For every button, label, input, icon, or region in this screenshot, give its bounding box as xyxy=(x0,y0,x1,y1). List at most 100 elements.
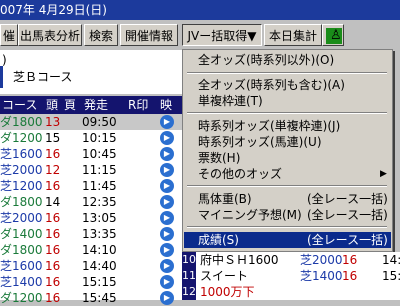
race-row[interactable]: 芝2000 16 13:05 ▶ xyxy=(0,210,182,226)
race-count: 16 xyxy=(45,211,61,225)
daily-summary-button[interactable]: 本日集計 xyxy=(264,24,322,46)
play-icon[interactable]: ▶ xyxy=(160,163,174,177)
kaisai-info-button[interactable]: 開催情報 xyxy=(120,24,178,46)
race-course: ダ1400 xyxy=(0,227,43,241)
header-page: 頁 xyxy=(64,98,77,112)
race-time: 10:45 xyxy=(82,147,117,161)
play-icon[interactable]: ▶ xyxy=(160,195,174,209)
race-count: 16 xyxy=(45,227,61,241)
race-name: 1000万下 xyxy=(200,285,255,299)
race-table: コース 頭 頁 発走 R印 映 ダ1800 13 09:50 ▶ ダ1200 1… xyxy=(0,96,182,305)
race-detail-row[interactable]: 12 1000万下 xyxy=(182,284,400,300)
search-button[interactable]: 検索 xyxy=(84,24,118,46)
race-detail-row[interactable]: 10 府中ＳＨ1600 芝2000 16 14:40 xyxy=(182,252,400,268)
race-row[interactable]: ダ1800 13 09:50 ▶ xyxy=(0,114,182,130)
jv-bulk-fetch-menu: 全オッズ(時系列以外)(O) 全オッズ(時系列も含む)(A) 単複枠連(T) 時… xyxy=(182,49,393,252)
race-count: 14 xyxy=(45,195,61,209)
race-row[interactable]: 芝2000 12 11:15 ▶ xyxy=(0,162,182,178)
race-number: 10 xyxy=(182,252,196,268)
race-row[interactable]: 芝1600 16 10:45 ▶ xyxy=(0,146,182,162)
title-bar: 007年 4月29日(日) xyxy=(0,0,400,20)
play-icon[interactable]: ▶ xyxy=(160,131,174,145)
race-time: 11:45 xyxy=(82,179,117,193)
race-number: 12 xyxy=(182,284,196,300)
play-icon[interactable]: ▶ xyxy=(160,211,174,225)
menu-item-label: 単複枠連(T) xyxy=(198,94,263,108)
menu-item-scope: (全レース一括) xyxy=(307,192,388,206)
menu-separator xyxy=(187,226,387,228)
race-time: 13:35 xyxy=(82,227,117,241)
race-course: 芝2000 xyxy=(0,163,43,177)
race-time: 10:15 xyxy=(82,131,117,145)
shutsuba-analysis-button[interactable]: 出馬表分析 xyxy=(18,24,82,46)
menu-item-label: 馬体重(B) xyxy=(198,192,252,206)
menu-item-win-place-bracket[interactable]: 単複枠連(T) xyxy=(184,93,391,109)
race-course: 芝1400 xyxy=(300,269,343,283)
race-row[interactable]: ダ1800 16 14:10 ▶ xyxy=(0,242,182,258)
race-detail-list: 10 府中ＳＨ1600 芝2000 16 14:40 11 スイート 芝1400… xyxy=(182,252,400,300)
menu-item-label: 票数(H) xyxy=(198,151,241,165)
race-row[interactable]: ダ1200 15 10:15 ▶ xyxy=(0,130,182,146)
race-count: 16 xyxy=(45,291,61,305)
race-table-header: コース 頭 頁 発走 R印 映 xyxy=(0,96,182,114)
menu-item-vote-counts[interactable]: 票数(H) xyxy=(184,150,391,166)
race-time: 14:40 xyxy=(82,259,117,273)
race-row[interactable]: ダ1200 16 15:45 ▶ xyxy=(0,290,182,306)
play-icon[interactable]: ▶ xyxy=(160,259,174,273)
race-row[interactable]: ダ1800 14 12:35 ▶ xyxy=(0,194,182,210)
menu-item-other-odds[interactable]: その他のオッズ ▶ xyxy=(184,166,391,182)
menu-item-label: 時系列オッズ(単複枠連)(J) xyxy=(198,119,341,133)
race-count: 16 xyxy=(45,147,61,161)
menu-item-all-odds-including-timeseries[interactable]: 全オッズ(時系列も含む)(A) xyxy=(184,77,391,93)
race-count: 16 xyxy=(45,275,61,289)
race-time: 14:10 xyxy=(82,243,117,257)
paren-text: ) xyxy=(2,53,7,67)
menu-item-label: その他のオッズ xyxy=(198,167,283,181)
race-course: ダ1800 xyxy=(0,115,43,129)
header-video: 映 xyxy=(160,98,173,112)
play-icon[interactable]: ▶ xyxy=(160,227,174,241)
menu-item-label: マイニング予想(M) xyxy=(198,208,302,222)
menu-item-timeseries-quinella[interactable]: 時系列オッズ(馬連)(U) xyxy=(184,134,391,150)
race-row[interactable]: 芝1600 16 14:40 ▶ xyxy=(0,258,182,274)
submenu-arrow-icon: ▶ xyxy=(380,169,387,179)
play-icon[interactable]: ▶ xyxy=(160,291,174,305)
jv-bulk-fetch-button[interactable]: JVー括取得▼ xyxy=(182,24,262,46)
header-mark: R印 xyxy=(128,98,149,112)
play-icon[interactable]: ▶ xyxy=(160,115,174,129)
race-time: 15:15 xyxy=(82,275,117,289)
play-icon[interactable]: ▶ xyxy=(160,275,174,289)
menu-item-label: 全オッズ(時系列以外)(O) xyxy=(198,53,335,67)
race-row[interactable]: 芝1400 16 15:15 ▶ xyxy=(0,274,182,290)
race-course: ダ1200 xyxy=(0,131,43,145)
race-count: 16 xyxy=(342,253,358,267)
menu-item-horse-weight[interactable]: 馬体重(B) (全レース一括) xyxy=(184,191,391,207)
play-icon[interactable]: ▶ xyxy=(160,243,174,257)
menu-item-results[interactable]: 成績(S) (全レース一括) xyxy=(184,232,391,248)
person-icon[interactable]: ♙ xyxy=(322,24,344,46)
menu-item-timeseries-win-place[interactable]: 時系列オッズ(単複枠連)(J) xyxy=(184,118,391,134)
race-time: 15:45 xyxy=(82,291,117,305)
race-course: 芝1400 xyxy=(0,275,43,289)
course-label: 芝Ｂコース xyxy=(0,66,182,88)
kaisai-button[interactable]: 催 xyxy=(0,24,18,46)
toolbar: 催 出馬表分析 検索 開催情報 JVー括取得▼ 本日集計 ♙ xyxy=(0,22,400,48)
race-course: 芝2000 xyxy=(0,211,43,225)
header-start: 発走 xyxy=(84,98,109,112)
race-time: 13:05 xyxy=(82,211,117,225)
menu-separator xyxy=(187,112,387,114)
menu-item-scope: (全レース一括) xyxy=(307,233,388,247)
menu-item-mining-prediction[interactable]: マイニング予想(M) (全レース一括) xyxy=(184,207,391,223)
play-icon[interactable]: ▶ xyxy=(160,147,174,161)
race-course: ダ1800 xyxy=(0,243,43,257)
race-time: 15:15 xyxy=(382,269,400,283)
play-icon[interactable]: ▶ xyxy=(160,179,174,193)
race-course: ダ1200 xyxy=(0,291,43,305)
race-course: ダ1800 xyxy=(0,195,43,209)
race-detail-row[interactable]: 11 スイート 芝1400 16 15:15 xyxy=(182,268,400,284)
race-count: 16 xyxy=(45,179,61,193)
race-time: 14:40 xyxy=(382,253,400,267)
menu-item-all-odds-excluding-timeseries[interactable]: 全オッズ(時系列以外)(O) xyxy=(184,52,391,68)
race-row[interactable]: ダ1400 16 13:35 ▶ xyxy=(0,226,182,242)
race-row[interactable]: 芝1200 16 11:45 ▶ xyxy=(0,178,182,194)
